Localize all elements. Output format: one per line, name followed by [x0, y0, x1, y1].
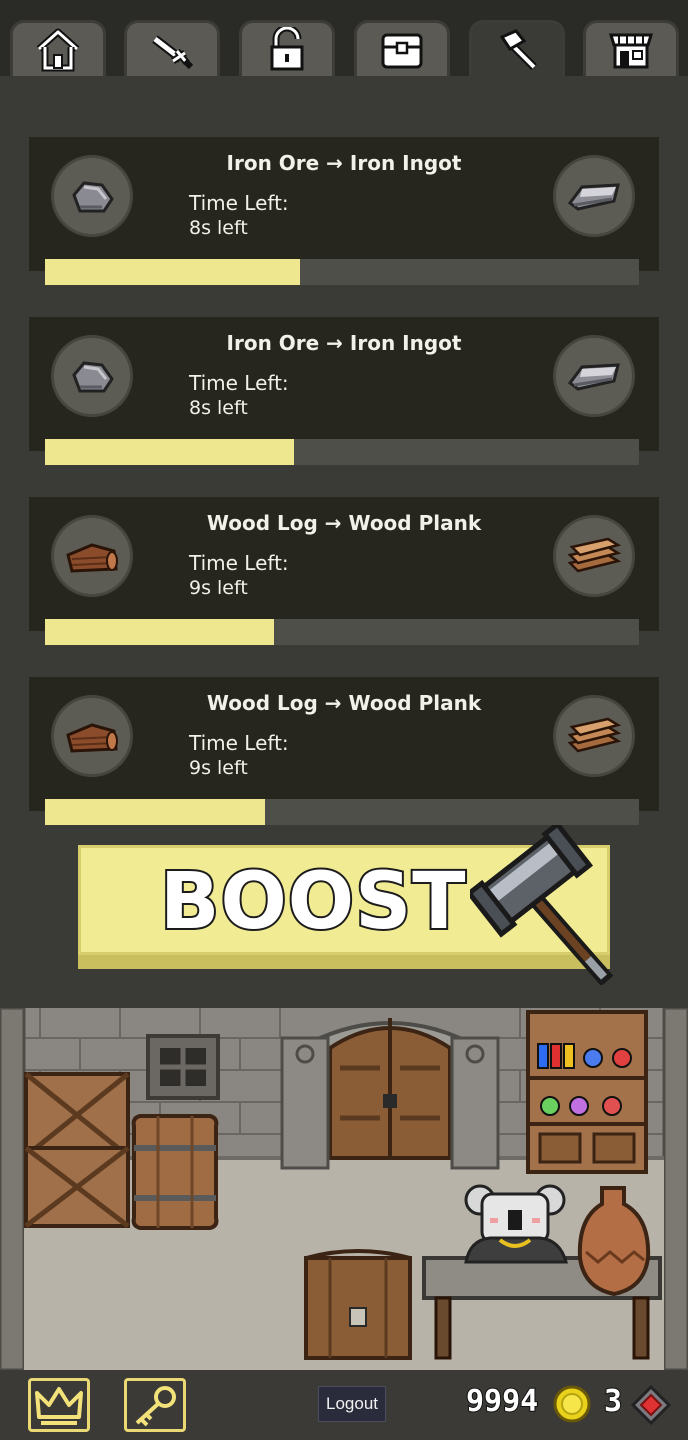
keys-button[interactable]: [124, 1378, 186, 1432]
iron-ingot-icon: [567, 363, 620, 391]
wood-plank-icon: [567, 537, 622, 573]
crown-icon: [35, 1387, 83, 1425]
output-item-slot: [553, 155, 635, 237]
crafting-job-card: Iron Ore → Iron Ingot Time Left: 8s left: [29, 317, 659, 465]
gem-count: 3: [603, 1383, 623, 1420]
output-item-slot: [553, 515, 635, 597]
hammer-icon: [470, 825, 614, 985]
wood-plank-icon: [567, 717, 622, 753]
workshop-scene: [0, 1008, 688, 1370]
job-progress-fill: [45, 439, 295, 465]
job-progress-bar: [45, 259, 639, 285]
iron-ingot-icon: [567, 183, 620, 211]
key-icon: [135, 1386, 176, 1427]
crafting-job-card: Wood Log → Wood Plank Time Left: 9s left: [29, 677, 659, 825]
job-progress-fill: [45, 799, 265, 825]
input-item-slot: [51, 335, 133, 417]
tab-unlock[interactable]: [239, 20, 335, 80]
job-progress-bar: [45, 619, 639, 645]
iron-ore-icon: [72, 181, 114, 213]
job-progress-fill: [45, 619, 274, 645]
iron-ore-icon: [72, 361, 114, 393]
output-item-slot: [553, 695, 635, 777]
output-item-slot: [553, 335, 635, 417]
crafting-job-card: Wood Log → Wood Plank Time Left: 9s left: [29, 497, 659, 645]
shop-icon: [608, 33, 654, 68]
red-gem-icon: [630, 1384, 672, 1426]
tab-home[interactable]: [10, 20, 106, 80]
logout-button[interactable]: Logout: [318, 1386, 386, 1422]
time-left-value: 8s left: [189, 397, 248, 419]
tab-sword[interactable]: [124, 20, 220, 80]
workshop-scene-art: [0, 1008, 688, 1370]
top-tab-bar: [0, 0, 688, 80]
boost-button[interactable]: BOOST: [78, 825, 614, 985]
leaderboard-button[interactable]: [28, 1378, 90, 1432]
unlock-icon: [270, 26, 304, 70]
gold-coin-icon: [553, 1385, 591, 1423]
input-item-slot: [51, 695, 133, 777]
tab-chest[interactable]: [354, 20, 450, 80]
bottom-bar: Logout 9994 3: [0, 1370, 688, 1440]
job-progress-bar: [45, 439, 639, 465]
hammer-icon: [499, 28, 537, 70]
tab-shop[interactable]: [583, 20, 679, 80]
sword-icon: [152, 34, 194, 69]
tab-hammer[interactable]: [469, 20, 565, 80]
time-left-label: Time Left:: [189, 731, 289, 755]
time-left-value: 8s left: [189, 217, 248, 239]
coin-count: 9994: [465, 1383, 539, 1420]
wood-log-icon: [66, 543, 118, 573]
wood-log-icon: [66, 723, 118, 753]
time-left-label: Time Left:: [189, 191, 289, 215]
time-left-label: Time Left:: [189, 551, 289, 575]
job-progress-bar: [45, 799, 639, 825]
time-left-value: 9s left: [189, 577, 248, 599]
time-left-label: Time Left:: [189, 371, 289, 395]
input-item-slot: [51, 155, 133, 237]
input-item-slot: [51, 515, 133, 597]
crafting-job-card: Iron Ore → Iron Ingot Time Left: 8s left: [29, 137, 659, 285]
boost-label: BOOST: [158, 855, 467, 949]
time-left-value: 9s left: [189, 757, 248, 779]
home-icon: [36, 28, 80, 71]
job-progress-fill: [45, 259, 301, 285]
chest-icon: [381, 33, 423, 68]
